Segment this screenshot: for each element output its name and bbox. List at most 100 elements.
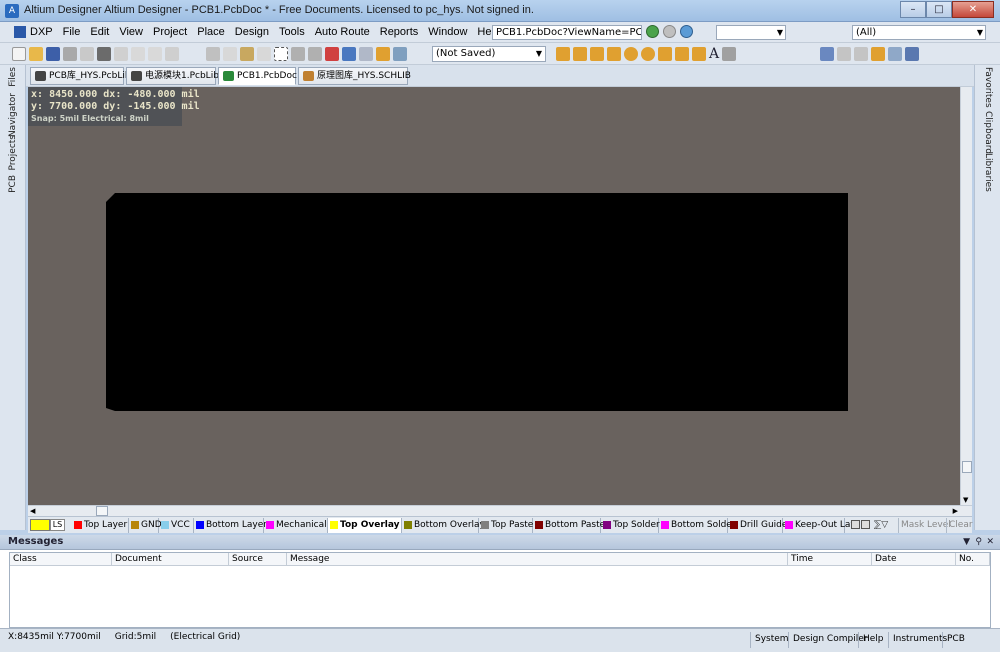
menu-tools[interactable]: Tools xyxy=(274,25,310,40)
pcb-editor-canvas[interactable]: x: 8450.000 dx: -480.000 mil y: 7700.000… xyxy=(28,87,972,505)
paste-icon[interactable] xyxy=(240,47,254,61)
col-time[interactable]: Time xyxy=(788,553,872,566)
layer-menu-icon[interactable]: ⅀▽ xyxy=(874,518,888,533)
room-tools-icon[interactable] xyxy=(888,47,902,61)
string-icon[interactable]: A xyxy=(709,47,719,61)
back-icon[interactable] xyxy=(646,25,659,38)
clear-filter-icon[interactable] xyxy=(325,47,339,61)
doc-tab-pcb1[interactable]: PCB1.PcbDoc * xyxy=(218,67,304,85)
menu-window[interactable]: Window xyxy=(423,25,472,40)
panel-close-icon[interactable]: ✕ xyxy=(986,535,994,549)
cut-icon[interactable] xyxy=(206,47,220,61)
layer-tab-gnd[interactable]: GND xyxy=(129,518,162,533)
room-icon[interactable] xyxy=(871,47,885,61)
layer-tab-bottom-layer[interactable]: Bottom Layer xyxy=(194,518,267,533)
layer-scroll-left-icon[interactable] xyxy=(851,520,860,529)
cross-probe-icon[interactable] xyxy=(376,47,390,61)
panel-projects[interactable]: Projects xyxy=(8,135,18,170)
view-selector[interactable]: ▼ xyxy=(716,25,786,40)
zoom-area-icon[interactable] xyxy=(131,47,145,61)
deselect-icon[interactable] xyxy=(308,47,322,61)
component-icon[interactable] xyxy=(722,47,737,61)
undo-icon[interactable] xyxy=(342,47,356,61)
doc-tab-schlib[interactable]: 原理图库_HYS.SCHLIB xyxy=(298,67,411,85)
col-number[interactable]: No. xyxy=(956,553,990,566)
layer-tab-bottom-paste[interactable]: Bottom Paste xyxy=(533,518,605,533)
horizontal-scroll-thumb[interactable] xyxy=(96,506,108,516)
pcb-board-shape[interactable] xyxy=(106,193,848,411)
doc-tab-power-module[interactable]: 电源模块1.PcbLib xyxy=(126,67,219,85)
browse-components-icon[interactable] xyxy=(393,47,407,61)
redo-icon[interactable] xyxy=(359,47,373,61)
system-button[interactable]: System xyxy=(750,632,793,648)
open-folder-icon[interactable] xyxy=(29,47,43,61)
interactive-routing-icon[interactable] xyxy=(556,47,570,61)
vertical-scrollbar[interactable]: ▼ xyxy=(960,87,972,505)
layer-tab-bottom-overlay[interactable]: Bottom Overlay xyxy=(402,518,485,533)
clear-button[interactable]: Clear xyxy=(946,518,973,533)
panel-clipboard[interactable]: Clipboard xyxy=(983,111,993,154)
menu-dxp[interactable]: DXP xyxy=(12,25,58,40)
col-date[interactable]: Date xyxy=(872,553,956,566)
messages-grid[interactable]: Class Document Source Message Time Date … xyxy=(9,552,991,628)
scroll-down-icon[interactable]: ▼ xyxy=(963,496,968,504)
minimize-button[interactable]: – xyxy=(900,1,926,18)
layer-tab-mechanical-1[interactable]: Mechanical 1 xyxy=(264,518,335,533)
select-area-icon[interactable] xyxy=(274,47,288,61)
layer-scroll-right-icon[interactable] xyxy=(861,520,870,529)
copy-icon[interactable] xyxy=(223,47,237,61)
scroll-left-icon[interactable]: ◀ xyxy=(30,506,35,516)
col-source[interactable]: Source xyxy=(229,553,287,566)
layer-tab-top-overlay[interactable]: Top Overlay xyxy=(328,518,402,533)
new-file-icon[interactable] xyxy=(12,47,26,61)
close-button[interactable]: ✕ xyxy=(952,1,994,18)
layer-tab-bottom-solder[interactable]: Bottom Solder xyxy=(659,518,736,533)
print-icon[interactable] xyxy=(63,47,77,61)
pcb-button[interactable]: PCB xyxy=(942,632,969,648)
col-message[interactable]: Message xyxy=(287,553,788,566)
via-icon[interactable] xyxy=(641,47,655,61)
zoom-fit-icon[interactable] xyxy=(114,47,128,61)
polygon-icon[interactable] xyxy=(692,47,706,61)
col-document[interactable]: Document xyxy=(112,553,229,566)
menu-file[interactable]: File xyxy=(58,25,86,40)
move-icon[interactable] xyxy=(291,47,305,61)
utility-icon[interactable] xyxy=(820,47,834,61)
zoom-filter-icon[interactable] xyxy=(165,47,179,61)
help-button[interactable]: Help xyxy=(858,632,888,648)
save-icon[interactable] xyxy=(46,47,60,61)
multiple-traces-icon[interactable] xyxy=(590,47,604,61)
find-component-icon[interactable] xyxy=(854,47,868,61)
panel-navigator[interactable]: Navigator xyxy=(8,93,18,137)
doc-tab-pcblib-hys[interactable]: PCB库_HYS.PcbLib xyxy=(30,67,131,85)
horizontal-scrollbar[interactable]: ◀ ▶ xyxy=(28,505,972,516)
menu-reports[interactable]: Reports xyxy=(375,25,424,40)
current-layer-swatch[interactable] xyxy=(30,519,50,531)
zoom-selected-icon[interactable] xyxy=(148,47,162,61)
menu-project[interactable]: Project xyxy=(148,25,192,40)
layer-tab-top-paste[interactable]: Top Paste xyxy=(479,518,533,533)
layer-sets-button[interactable]: LS xyxy=(50,519,65,531)
panel-favorites[interactable]: Favorites xyxy=(983,67,993,108)
differential-pair-icon[interactable] xyxy=(573,47,587,61)
layer-tab-top-layer[interactable]: Top Layer xyxy=(72,518,129,533)
arc-icon[interactable] xyxy=(658,47,672,61)
filter-selector[interactable]: (All) ▼ xyxy=(852,25,986,40)
rubber-stamp-icon[interactable] xyxy=(257,47,271,61)
pad-icon[interactable] xyxy=(624,47,638,61)
menu-edit[interactable]: Edit xyxy=(85,25,114,40)
panel-files[interactable]: Files xyxy=(8,67,18,87)
menu-auto-route[interactable]: Auto Route xyxy=(310,25,375,40)
menu-view[interactable]: View xyxy=(114,25,148,40)
pin-icon[interactable]: ⚲ xyxy=(975,535,982,549)
document-path-field[interactable]: PCB1.PcbDoc?ViewName=PCBE xyxy=(492,25,642,40)
panel-menu-icon[interactable]: ▼ xyxy=(963,535,970,549)
panel-pcb[interactable]: PCB xyxy=(8,175,18,193)
layer-tab-keep-out-lay[interactable]: Keep-Out Lay xyxy=(783,518,856,533)
forward-icon[interactable] xyxy=(663,25,676,38)
layer-tab-drill-guide[interactable]: Drill Guide xyxy=(728,518,787,533)
variant-selector[interactable]: (Not Saved) ▼ xyxy=(432,46,546,62)
print-preview-icon[interactable] xyxy=(80,47,94,61)
maximize-button[interactable]: □ xyxy=(926,1,952,18)
home-icon[interactable] xyxy=(680,25,693,38)
